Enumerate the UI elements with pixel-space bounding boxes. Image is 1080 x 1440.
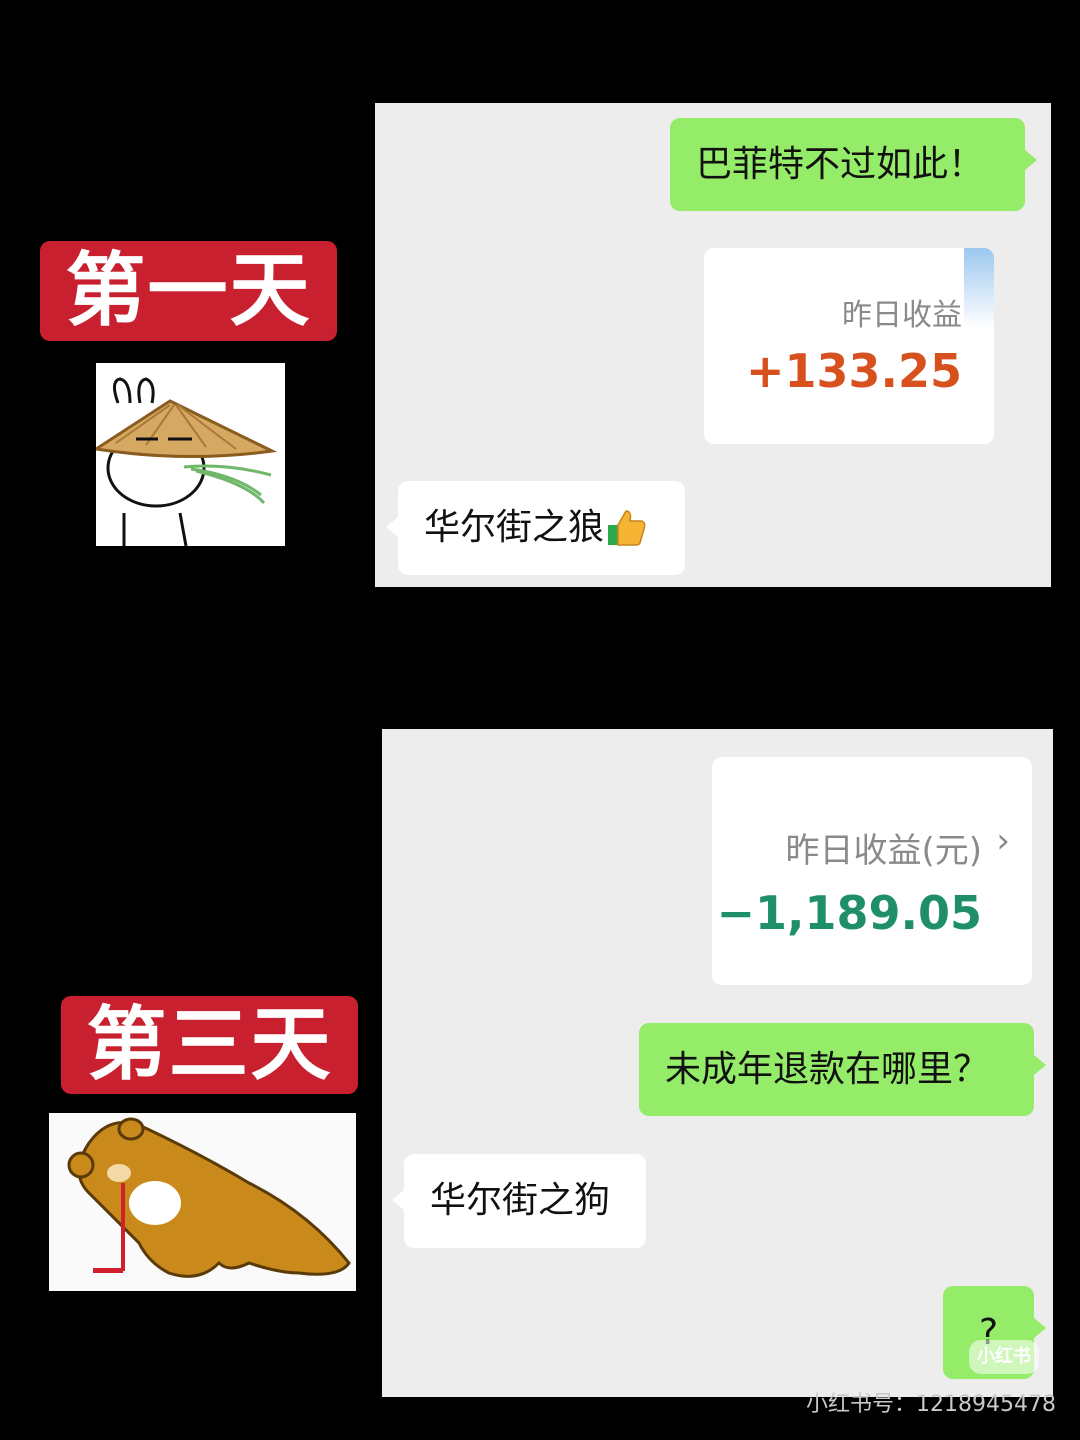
earnings-card[interactable]: 昨日收益 +133.25 [704, 248, 994, 444]
xiaohongshu-id-watermark: 小红书号：1218945478 [806, 1392, 1056, 1417]
earnings-label-row: 昨日收益(元) › [712, 821, 1010, 872]
earnings-value: +133.25 [745, 344, 962, 398]
rabbit-straw-hat-illustration [96, 363, 285, 546]
earnings-card[interactable]: 昨日收益(元) › −1,189.05 [712, 757, 1032, 985]
message-text: 未成年退款在哪里？ [665, 1048, 990, 1090]
day3-chat-window: 昨日收益(元) › −1,189.05 未成年退款在哪里？ 华尔街之狗 ? [382, 729, 1053, 1397]
received-message-bubble[interactable]: 华尔街之狼 [386, 481, 685, 575]
thumbs-up-icon [606, 507, 648, 549]
received-message-bubble[interactable]: 华尔街之狗 [392, 1154, 646, 1248]
earnings-label: 昨日收益 [842, 298, 962, 333]
message-text: 巴菲特不过如此！ [696, 143, 985, 185]
sent-message-bubble[interactable]: 未成年退款在哪里？ [639, 1023, 1046, 1116]
rabbit-straw-hat-sticker [96, 363, 285, 546]
earnings-value: −1,189.05 [716, 886, 982, 940]
bear-bowing-sticker [49, 1113, 356, 1291]
message-text: 华尔街之狗 [430, 1180, 611, 1221]
day1-label: 第一天 [40, 241, 337, 341]
chevron-right-icon: › [996, 821, 1010, 861]
message-text: 华尔街之狼 [424, 507, 605, 548]
day1-chat-window: 巴菲特不过如此！ 昨日收益 +133.25 华尔街之狼 [375, 103, 1051, 587]
sent-message-bubble[interactable]: 巴菲特不过如此！ [670, 118, 1037, 211]
earnings-label: 昨日收益(元) [785, 831, 982, 871]
card-edge-highlight [964, 248, 994, 328]
bear-bowing-illustration [49, 1113, 356, 1291]
xiaohongshu-watermark-badge: 小红书 [969, 1340, 1039, 1374]
day3-label: 第三天 [61, 996, 358, 1094]
